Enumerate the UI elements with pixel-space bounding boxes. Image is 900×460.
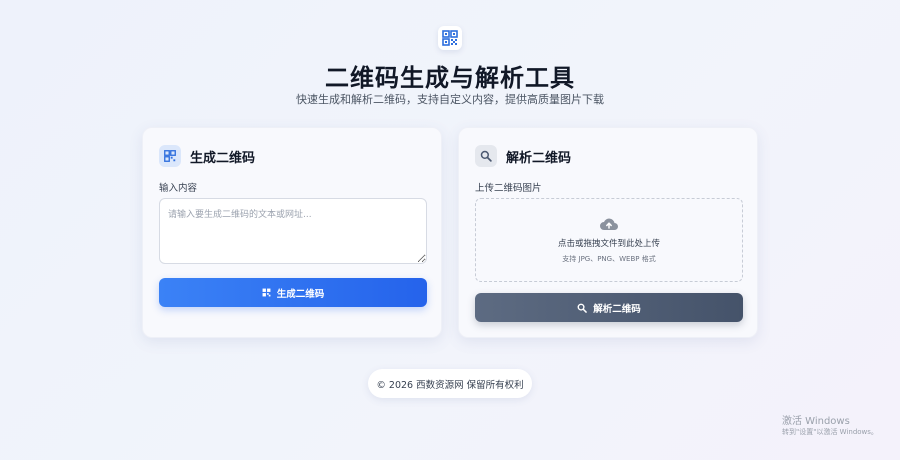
app-logo bbox=[438, 26, 462, 50]
generate-card-header: 生成二维码 bbox=[159, 144, 255, 168]
content-input[interactable] bbox=[159, 198, 427, 264]
upload-label: 上传二维码图片 bbox=[475, 183, 542, 194]
parse-card-title: 解析二维码 bbox=[506, 150, 572, 166]
generate-card-icon bbox=[159, 145, 181, 167]
input-content-label: 输入内容 bbox=[159, 183, 198, 194]
search-icon bbox=[577, 303, 588, 313]
parse-card: 解析二维码 上传二维码图片 点击或拖拽文件到此处上传 支持 JPG、PNG、WE… bbox=[458, 127, 758, 338]
upload-dropzone[interactable]: 点击或拖拽文件到此处上传 支持 JPG、PNG、WEBP 格式 bbox=[475, 198, 743, 282]
qr-code-icon bbox=[442, 30, 458, 46]
generate-card: 生成二维码 输入内容 生成二维码 bbox=[142, 127, 442, 338]
footer-copyright: © 2026 西数资源网 保留所有权利 bbox=[368, 369, 532, 398]
page-subtitle: 快速生成和解析二维码，支持自定义内容，提供高质量图片下载 bbox=[296, 93, 604, 106]
upload-hint: 点击或拖拽文件到此处上传 bbox=[557, 239, 660, 249]
parse-qr-button[interactable]: 解析二维码 bbox=[475, 293, 743, 322]
generate-qr-button[interactable]: 生成二维码 bbox=[159, 278, 427, 307]
watermark-line-2: 转到"设置"以激活 Windows。 bbox=[782, 428, 878, 436]
generate-qr-button-label: 生成二维码 bbox=[276, 288, 325, 300]
parse-qr-button-label: 解析二维码 bbox=[593, 303, 641, 315]
qr-code-icon bbox=[262, 288, 271, 297]
cloud-upload-icon bbox=[600, 218, 618, 230]
page-title: 二维码生成与解析工具 bbox=[325, 64, 575, 92]
watermark-line-1: 激活 Windows bbox=[782, 416, 850, 427]
generate-card-title: 生成二维码 bbox=[190, 150, 256, 166]
upload-formats: 支持 JPG、PNG、WEBP 格式 bbox=[562, 255, 656, 263]
parse-card-header: 解析二维码 bbox=[475, 144, 571, 168]
windows-activation-watermark: 激活 Windows 转到"设置"以激活 Windows。 bbox=[782, 416, 878, 436]
parse-card-icon bbox=[475, 145, 497, 167]
search-icon bbox=[480, 150, 492, 162]
qr-code-icon bbox=[164, 150, 176, 162]
